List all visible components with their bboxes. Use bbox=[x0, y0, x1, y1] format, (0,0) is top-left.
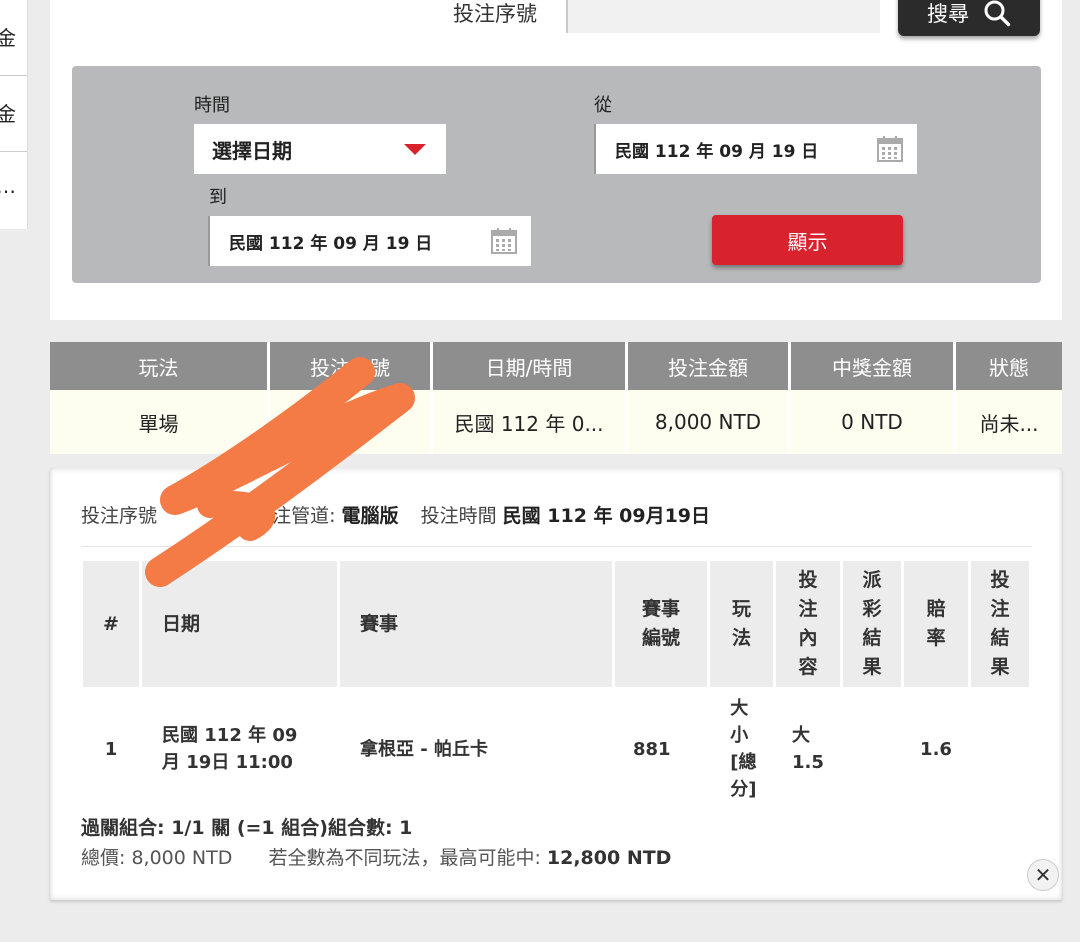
time-label: 時間 bbox=[194, 95, 230, 116]
show-button[interactable]: 顯示 bbox=[712, 215, 903, 265]
detail-cell-event-no: 881 bbox=[633, 738, 671, 760]
detail-cell-content: 大 1.5 bbox=[792, 725, 824, 773]
combo-summary: 過關組合: 1/1 關 (=1 組合)組合數: 1 bbox=[81, 817, 413, 839]
date-filter-box: 時間 選擇日期 從 民國 112 年 09 月 19 日 到 民國 112 年 bbox=[72, 66, 1041, 283]
bet-detail-table: # 日期 賽事 賽事編號 玩法 投注內容 派彩結果 賠率 投注結果 1 民國 1… bbox=[83, 561, 1032, 803]
results-header-datetime: 日期/時間 bbox=[433, 342, 628, 390]
result-cell-play: 單場 bbox=[50, 390, 270, 454]
detail-cell-date: 民國 112 年 09月 19日 11:00 bbox=[162, 725, 298, 773]
total-label: 總價: bbox=[81, 847, 126, 869]
sidebar-item-2[interactable]: 金 bbox=[0, 76, 27, 152]
result-cell-serial bbox=[270, 390, 433, 454]
detail-channel-label: 投注管道: bbox=[253, 505, 336, 527]
from-date-value: 民國 112 年 09 月 19 日 bbox=[615, 141, 819, 162]
detail-cell-event: 拿根亞 - 帕丘卡 bbox=[360, 738, 489, 760]
dropdown-caret-icon bbox=[404, 144, 426, 155]
bet-detail-card: 投注序號 投注管道: 電腦版 投注時間 民國 112 年 09月19日 # 日期… bbox=[50, 468, 1062, 900]
search-button-label: 搜尋 bbox=[927, 2, 969, 26]
max-win-label: 若全數為不同玩法，最高可能中: bbox=[268, 847, 541, 869]
calendar-icon[interactable] bbox=[877, 136, 903, 162]
divider bbox=[81, 546, 1032, 547]
sidebar-item-1[interactable]: 金 bbox=[0, 0, 27, 76]
search-icon bbox=[984, 0, 1011, 27]
search-panel: 投注序號 搜尋 時間 選擇日期 從 民國 112 年 09 月 19 日 到 民… bbox=[50, 0, 1062, 320]
max-win-value: 12,800 NTD bbox=[546, 847, 672, 869]
detail-time-label: 投注時間 bbox=[420, 505, 497, 527]
close-button[interactable]: ✕ bbox=[1027, 859, 1059, 891]
detail-serial-label: 投注序號 bbox=[81, 505, 158, 527]
detail-cell-result bbox=[971, 695, 1029, 803]
date-range-select-value: 選擇日期 bbox=[212, 138, 292, 163]
result-cell-status: 尚未... bbox=[956, 390, 1062, 454]
from-date-field[interactable]: 民國 112 年 09 月 19 日 bbox=[594, 124, 917, 174]
detail-header-content: 投注內容 bbox=[776, 561, 840, 687]
close-icon: ✕ bbox=[1034, 863, 1052, 887]
result-cell-prize: 0 NTD bbox=[791, 390, 956, 454]
table-row[interactable]: 單場 民國 112 年 0... 8,000 NTD 0 NTD 尚未... bbox=[50, 390, 1062, 454]
to-date-field[interactable]: 民國 112 年 09 月 19 日 bbox=[208, 216, 531, 266]
results-table: 玩法 投注序號 日期/時間 投注金額 中獎金額 狀態 單場 民國 112 年 0… bbox=[50, 342, 1062, 454]
result-cell-datetime: 民國 112 年 0... bbox=[433, 390, 628, 454]
total-value: 8,000 NTD bbox=[131, 847, 233, 869]
detail-time-value: 民國 112 年 09月19日 bbox=[502, 505, 711, 527]
calendar-icon[interactable] bbox=[491, 228, 517, 254]
left-sidebar: 金 金 … bbox=[0, 0, 28, 229]
detail-header-date: 日期 bbox=[142, 561, 337, 687]
results-header-status: 狀態 bbox=[956, 342, 1062, 390]
detail-header-row: # 日期 賽事 賽事編號 玩法 投注內容 派彩結果 賠率 投注結果 bbox=[83, 561, 1032, 687]
detail-header-play: 玩法 bbox=[710, 561, 773, 687]
detail-header-num: # bbox=[83, 561, 139, 687]
results-header-serial: 投注序號 bbox=[270, 342, 433, 390]
results-header-row: 玩法 投注序號 日期/時間 投注金額 中獎金額 狀態 bbox=[50, 342, 1062, 390]
detail-cell-play: 大小[總分] bbox=[730, 698, 757, 800]
detail-header-odds: 賠率 bbox=[904, 561, 968, 687]
total-summary: 總價: 8,000 NTD 若全數為不同玩法，最高可能中: 12,800 NTD bbox=[81, 843, 671, 870]
sidebar-item-3[interactable]: … bbox=[0, 152, 27, 228]
detail-header-event: 賽事 bbox=[340, 561, 612, 687]
detail-channel-value: 電腦版 bbox=[341, 505, 399, 527]
bet-meta-line: 投注序號 投注管道: 電腦版 投注時間 民國 112 年 09月19日 bbox=[81, 501, 710, 528]
serial-input[interactable] bbox=[566, 0, 880, 33]
table-row: 1 民國 112 年 09月 19日 11:00 拿根亞 - 帕丘卡 881 大… bbox=[83, 695, 1032, 803]
from-label: 從 bbox=[594, 95, 612, 116]
detail-cell-odds: 1.6 bbox=[920, 738, 952, 760]
results-header-play: 玩法 bbox=[50, 342, 270, 390]
serial-label: 投注序號 bbox=[453, 2, 537, 26]
detail-cell-payout bbox=[843, 695, 901, 803]
to-label: 到 bbox=[209, 187, 227, 208]
date-range-select[interactable]: 選擇日期 bbox=[194, 124, 446, 174]
detail-header-payout: 派彩結果 bbox=[843, 561, 901, 687]
search-button[interactable]: 搜尋 bbox=[898, 0, 1040, 36]
results-header-amount: 投注金額 bbox=[628, 342, 791, 390]
detail-header-event-no: 賽事編號 bbox=[615, 561, 707, 687]
detail-header-result: 投注結果 bbox=[971, 561, 1029, 687]
to-date-value: 民國 112 年 09 月 19 日 bbox=[229, 233, 433, 254]
detail-cell-num: 1 bbox=[104, 738, 118, 760]
result-cell-amount: 8,000 NTD bbox=[628, 390, 791, 454]
results-header-prize: 中獎金額 bbox=[791, 342, 956, 390]
